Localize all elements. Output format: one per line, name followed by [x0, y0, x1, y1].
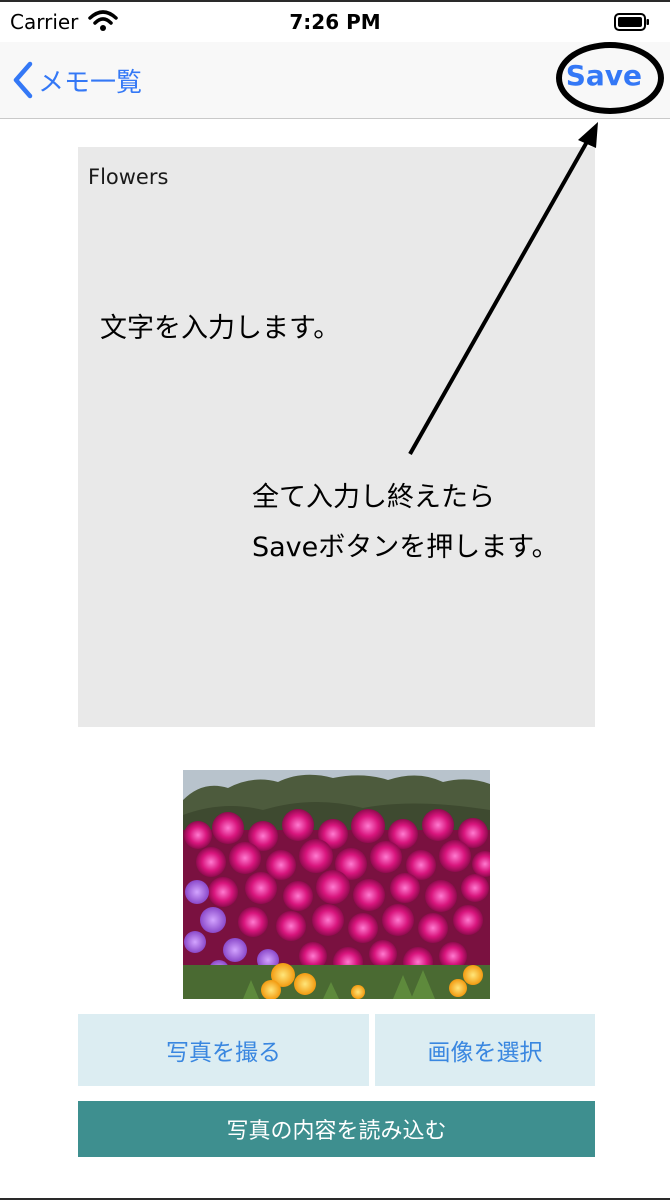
memo-text: Flowers [88, 165, 169, 189]
navigation-bar: メモ一覧 Save [0, 42, 670, 119]
battery-icon [614, 13, 649, 31]
back-button[interactable]: メモ一覧 [12, 60, 142, 100]
input-hint-annotation: 文字を入力します。 [100, 313, 341, 344]
save-hint-annotation-line2: Saveボタンを押します。 [252, 532, 559, 563]
memo-textarea[interactable]: Flowers [78, 147, 595, 727]
save-hint-annotation-line1: 全て入力し終えたら [252, 482, 495, 513]
flower-photo [183, 770, 490, 999]
take-photo-button[interactable]: 写真を撮る [78, 1014, 369, 1086]
choose-image-button[interactable]: 画像を選択 [375, 1014, 595, 1086]
chevron-left-icon [13, 61, 33, 99]
clock: 7:26 PM [289, 10, 381, 34]
status-bar: Carrier 7:26 PM [0, 2, 670, 42]
save-button[interactable]: Save [566, 59, 642, 92]
read-photo-content-button[interactable]: 写真の内容を読み込む [78, 1101, 595, 1157]
back-button-label: メモ一覧 [38, 67, 143, 98]
